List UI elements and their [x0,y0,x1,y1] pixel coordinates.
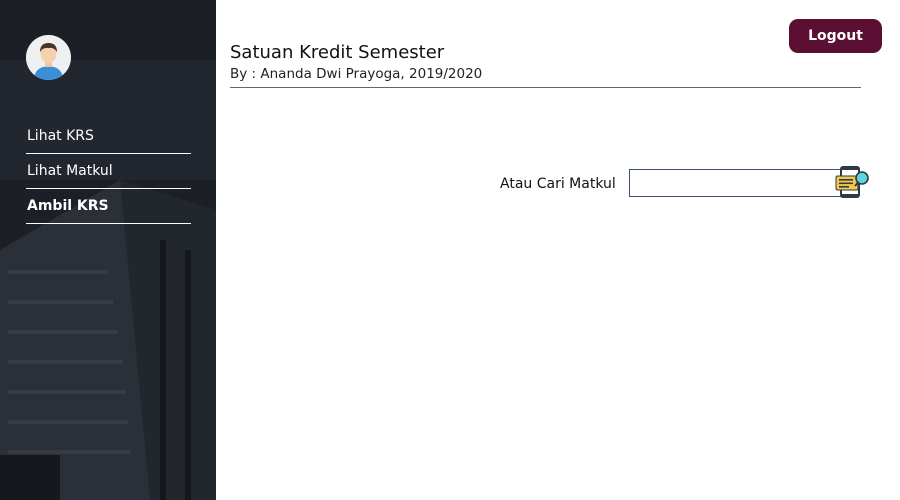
logout-button[interactable]: Logout [789,19,882,53]
search-label: Atau Cari Matkul [500,176,616,192]
search-input[interactable] [629,169,857,197]
avatar[interactable] [26,35,71,80]
sidebar-item-lihat-matkul[interactable]: Lihat Matkul [26,156,191,189]
user-avatar-icon [26,35,71,80]
sidebar: Lihat KRS Lihat Matkul Ambil KRS [0,0,216,500]
page-title: Satuan Kredit Semester [230,42,445,63]
sidebar-nav: Lihat KRS Lihat Matkul Ambil KRS [26,121,191,226]
building-background-image [0,0,216,500]
sidebar-item-lihat-krs[interactable]: Lihat KRS [26,121,191,154]
sidebar-item-ambil-krs[interactable]: Ambil KRS [26,191,191,224]
search-document-icon[interactable] [834,164,870,200]
page-subtitle: By : Ananda Dwi Prayoga, 2019/2020 [230,66,483,82]
header-divider [230,87,861,88]
